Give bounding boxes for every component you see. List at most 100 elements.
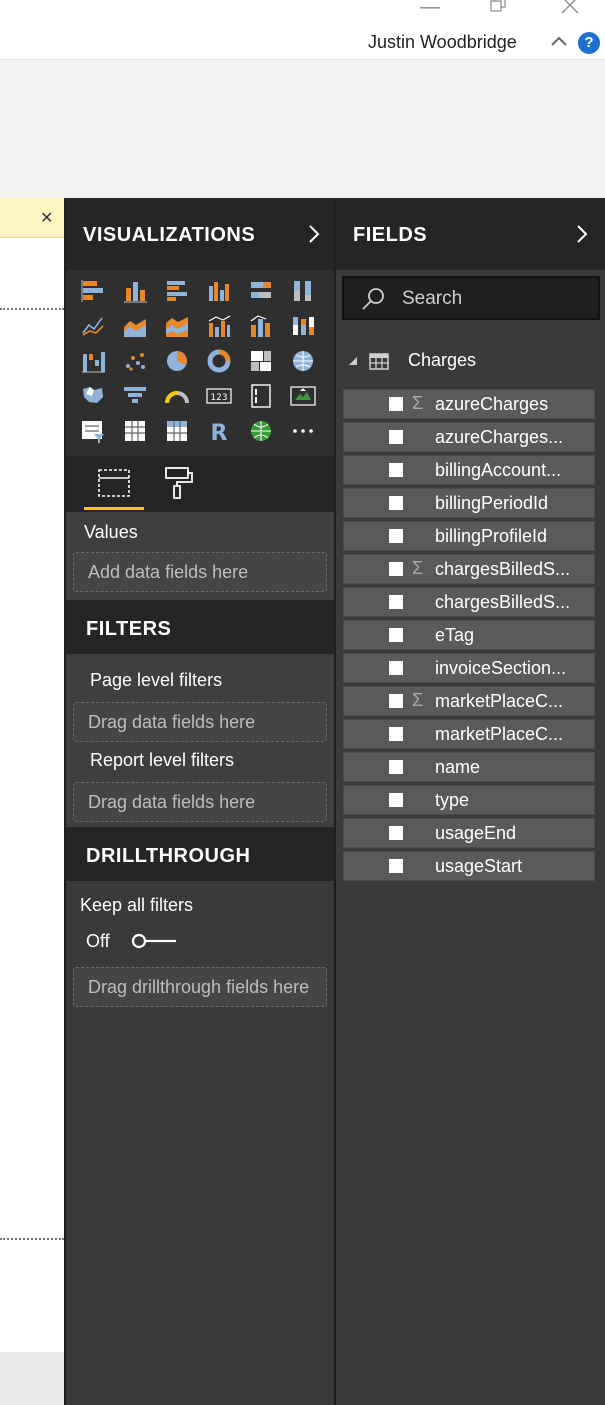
field-row[interactable]: billingAccount... xyxy=(343,455,595,485)
close-notification-button[interactable]: ✕ xyxy=(40,208,53,228)
treemap-icon[interactable] xyxy=(248,348,274,374)
field-checkbox[interactable] xyxy=(389,694,403,708)
donut-chart-icon[interactable] xyxy=(206,348,232,374)
ribbon-chart-icon[interactable] xyxy=(290,313,316,339)
card-icon[interactable]: 123 xyxy=(206,383,232,409)
field-checkbox[interactable] xyxy=(389,595,403,609)
svg-text:123: 123 xyxy=(210,393,227,403)
field-row[interactable]: name xyxy=(343,752,595,782)
values-well: Values Add data fields here xyxy=(66,512,334,600)
area-chart-icon[interactable] xyxy=(122,313,148,339)
fields-search-input[interactable]: Search xyxy=(342,276,600,320)
field-label: type xyxy=(435,790,470,810)
100-stacked-column-chart-icon[interactable] xyxy=(290,278,316,304)
canvas-page-boundary xyxy=(0,308,64,310)
filters-header: FILTERS xyxy=(66,600,334,654)
sigma-aggregate-icon: Σ xyxy=(412,690,424,710)
field-label: marketPlaceC... xyxy=(435,724,564,744)
drillthrough-drop-zone[interactable]: Drag drillthrough fields here xyxy=(73,967,327,1007)
field-checkbox[interactable] xyxy=(389,463,403,477)
arcgis-map-icon[interactable] xyxy=(248,418,274,444)
field-checkbox[interactable] xyxy=(389,496,403,510)
tab-fields-wells[interactable] xyxy=(84,460,144,510)
field-row[interactable]: usageEnd xyxy=(343,818,595,848)
line-stacked-column-icon[interactable] xyxy=(248,313,274,339)
notification-bar: ✕ xyxy=(0,198,64,238)
collapse-ribbon-chevron-icon[interactable] xyxy=(548,30,570,52)
table-node-charges[interactable]: Charges xyxy=(336,342,605,382)
filled-map-icon[interactable] xyxy=(80,383,106,409)
field-row[interactable]: type xyxy=(343,785,595,815)
field-checkbox[interactable] xyxy=(389,793,403,807)
minimize-button[interactable]: — xyxy=(410,0,450,18)
field-row[interactable]: billingProfileId xyxy=(343,521,595,551)
field-checkbox[interactable] xyxy=(389,760,403,774)
pie-chart-icon[interactable] xyxy=(164,348,190,374)
help-button[interactable]: ? xyxy=(578,32,600,54)
keep-all-filters-toggle[interactable] xyxy=(130,933,178,949)
field-row[interactable]: chargesBilledS... xyxy=(343,587,595,617)
collapse-visualizations-chevron-icon[interactable] xyxy=(302,222,326,246)
field-checkbox[interactable] xyxy=(389,397,403,411)
matrix-icon[interactable] xyxy=(164,418,190,444)
clustered-bar-chart-icon[interactable] xyxy=(164,278,190,304)
report-level-filters-drop-zone[interactable]: Drag data fields here xyxy=(73,782,327,822)
page-level-filters-label: Page level filters xyxy=(90,670,223,690)
more-visuals-icon[interactable] xyxy=(290,418,316,444)
collapse-fields-chevron-icon[interactable] xyxy=(570,222,594,246)
map-icon[interactable] xyxy=(290,348,316,374)
values-label: Values xyxy=(84,522,138,542)
r-script-visual-icon[interactable]: R xyxy=(206,418,232,444)
close-window-button[interactable] xyxy=(550,0,590,18)
field-row[interactable]: eTag xyxy=(343,620,595,650)
page-level-filters-drop-zone[interactable]: Drag data fields here xyxy=(73,702,327,742)
field-row[interactable]: billingPeriodId xyxy=(343,488,595,518)
multi-row-card-icon[interactable] xyxy=(248,383,274,409)
kpi-icon[interactable] xyxy=(290,383,316,409)
fields-header: FIELDS xyxy=(336,198,605,270)
waterfall-chart-icon[interactable] xyxy=(80,348,106,374)
field-label: usageEnd xyxy=(435,823,517,843)
search-icon xyxy=(362,288,384,310)
field-row[interactable]: ΣazureCharges xyxy=(343,389,595,419)
svg-text:R: R xyxy=(211,421,228,444)
field-checkbox[interactable] xyxy=(389,661,403,675)
field-row[interactable]: ΣmarketPlaceC... xyxy=(343,686,595,716)
scatter-chart-icon[interactable] xyxy=(122,348,148,374)
report-canvas[interactable]: ✕ xyxy=(0,198,64,1405)
field-row[interactable]: ΣchargesBilledS... xyxy=(343,554,595,584)
field-checkbox[interactable] xyxy=(389,529,403,543)
field-row[interactable]: azureCharges... xyxy=(343,422,595,452)
stacked-bar-chart-icon[interactable] xyxy=(80,278,106,304)
gauge-icon[interactable] xyxy=(164,383,190,409)
field-row[interactable]: marketPlaceC... xyxy=(343,719,595,749)
field-checkbox[interactable] xyxy=(389,826,403,840)
field-label: chargesBilledS... xyxy=(435,559,571,579)
slicer-icon[interactable] xyxy=(80,418,106,444)
values-drop-zone[interactable]: Add data fields here xyxy=(73,552,327,592)
clustered-column-chart-icon[interactable] xyxy=(206,278,232,304)
stacked-area-chart-icon[interactable] xyxy=(164,313,190,339)
field-checkbox[interactable] xyxy=(389,727,403,741)
field-checkbox[interactable] xyxy=(389,430,403,444)
expand-triangle-icon[interactable] xyxy=(348,356,358,366)
field-row[interactable]: usageStart xyxy=(343,851,595,881)
keep-all-filters-label: Keep all filters xyxy=(80,895,194,915)
tab-format[interactable] xyxy=(158,460,198,510)
100-stacked-bar-chart-icon[interactable] xyxy=(248,278,274,304)
line-chart-icon[interactable] xyxy=(80,313,106,339)
restore-button[interactable] xyxy=(478,0,518,18)
field-checkbox[interactable] xyxy=(389,562,403,576)
field-checkbox[interactable] xyxy=(389,628,403,642)
ribbon-area xyxy=(0,60,605,198)
field-row[interactable]: invoiceSection... xyxy=(343,653,595,683)
signed-in-user-name[interactable]: Justin Woodbridge xyxy=(368,32,517,53)
page-tabs-bar xyxy=(0,1352,64,1405)
field-list: ΣazureCharges azureCharges... billingAccou… xyxy=(343,389,595,884)
field-checkbox[interactable] xyxy=(389,859,403,873)
funnel-icon[interactable] xyxy=(122,383,148,409)
drillthrough-header: DRILLTHROUGH xyxy=(66,827,334,881)
stacked-column-chart-icon[interactable] xyxy=(122,278,148,304)
table-icon[interactable] xyxy=(122,418,148,444)
line-clustered-column-icon[interactable] xyxy=(206,313,232,339)
